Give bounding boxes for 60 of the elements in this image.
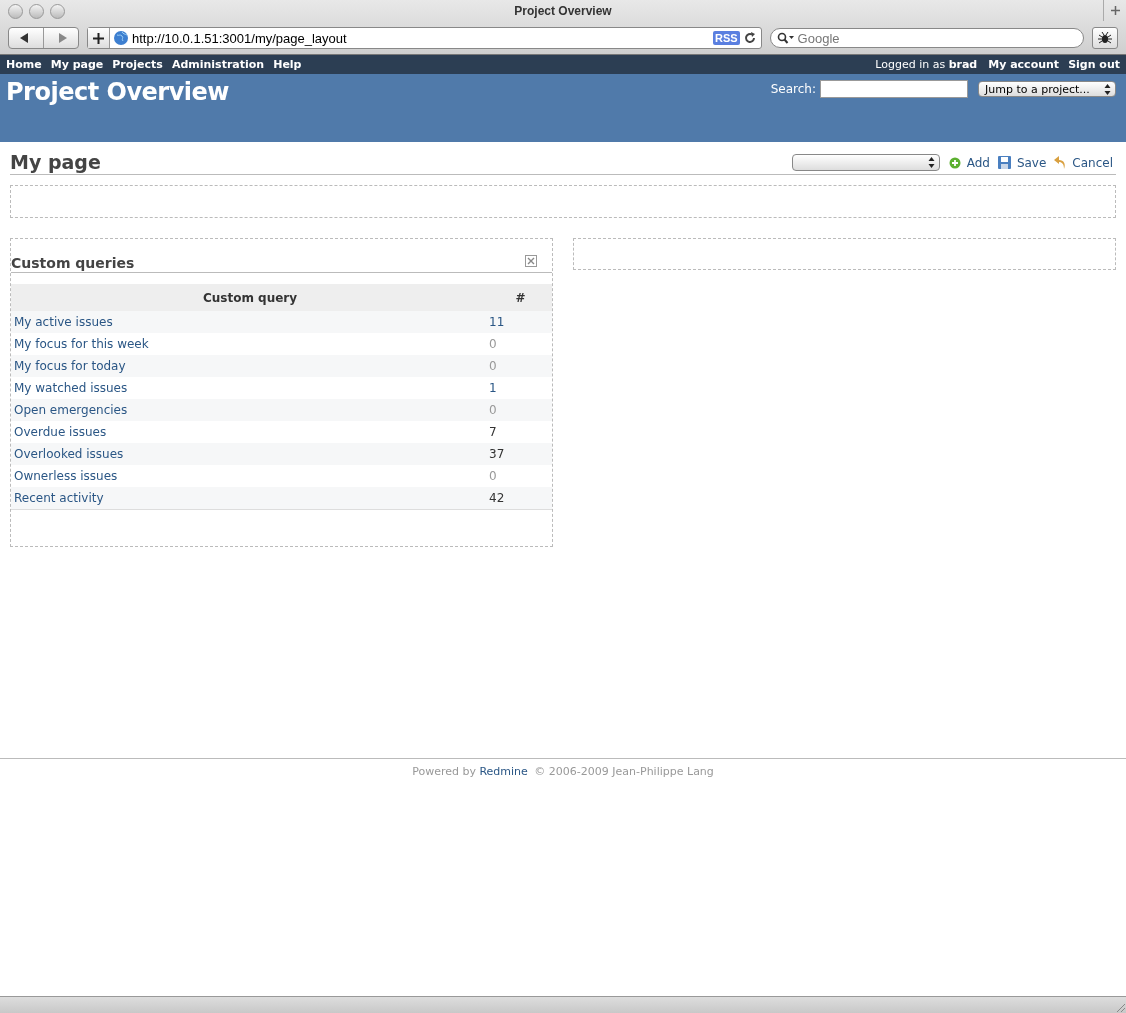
account-link[interactable]: My account [988, 58, 1060, 71]
page-title: My page [10, 151, 101, 173]
menu-link[interactable]: Administration [171, 58, 265, 71]
issue-count: 0 [489, 469, 497, 483]
column-header: Custom query [11, 284, 489, 311]
query-link[interactable]: Open emergencies [14, 403, 128, 417]
window-control-button[interactable] [29, 3, 44, 19]
account-link[interactable]: Sign out [1068, 58, 1120, 71]
issue-count: 0 [489, 337, 497, 351]
window-control-button[interactable] [8, 3, 23, 19]
search-icon [776, 32, 795, 44]
query-link[interactable]: My focus for this week [14, 337, 149, 351]
menu-link[interactable]: Projects [112, 58, 163, 71]
query-link[interactable]: My active issues [14, 315, 113, 329]
address-field[interactable]: http://10.0.1.51:3001/my/page_layout RSS [87, 27, 762, 49]
reload-icon[interactable] [743, 32, 756, 44]
query-link[interactable]: My focus for today [14, 359, 126, 373]
query-link[interactable]: Ownerless issues [14, 469, 118, 483]
plus-icon [1110, 6, 1120, 15]
cancel-link[interactable]: Cancel [1054, 155, 1113, 170]
window-title: Project Overview [514, 4, 612, 18]
select-arrows-icon [927, 157, 935, 168]
menu-link[interactable]: Home [6, 58, 42, 71]
issue-count: 1 [489, 381, 497, 395]
issue-count: 42 [489, 491, 505, 505]
query-link[interactable]: Overlooked issues [14, 447, 124, 461]
redmine-link[interactable]: Redmine [479, 765, 528, 778]
add-icon [948, 156, 961, 169]
save-link[interactable]: Save [997, 155, 1047, 170]
add-bookmark-icon[interactable] [93, 32, 104, 44]
bug-button[interactable] [1092, 27, 1118, 49]
site-title: Project Overview [6, 78, 229, 106]
block-title: Custom queries [11, 255, 135, 271]
query-link[interactable]: Overdue issues [14, 425, 107, 439]
resize-grip-icon[interactable] [1115, 1002, 1126, 1013]
bug-icon [1098, 31, 1113, 45]
logged-in-text: Logged in as brad [875, 58, 978, 71]
window-control-button[interactable] [50, 3, 65, 19]
issue-count: 37 [489, 447, 505, 461]
issue-count: 0 [489, 403, 497, 417]
query-link[interactable]: Recent activity [14, 491, 104, 505]
undo-arrow-icon [1054, 156, 1067, 169]
select-arrows-icon [1104, 83, 1111, 95]
block-select[interactable] [791, 154, 940, 171]
issue-count: 0 [489, 359, 497, 373]
issue-count: 11 [489, 315, 505, 329]
add-link[interactable]: Add [948, 155, 990, 170]
issue-count: 7 [489, 425, 497, 439]
close-icon[interactable] [525, 255, 537, 267]
query-link[interactable]: My watched issues [14, 381, 128, 395]
menu-link[interactable]: My page [50, 58, 104, 71]
search-field[interactable] [820, 80, 968, 98]
project-select[interactable]: Jump to a project... [978, 81, 1116, 97]
search-label: Search: [770, 82, 816, 96]
globe-icon [113, 30, 129, 46]
menu-link[interactable]: Help [273, 58, 302, 71]
footer-credit: Powered by Redmine © 2006-2009 Jean-Philippe Lang [412, 765, 714, 778]
column-header: # [489, 284, 552, 311]
rss-badge[interactable]: RSS [712, 31, 740, 45]
search-field[interactable]: Google [769, 28, 1085, 48]
